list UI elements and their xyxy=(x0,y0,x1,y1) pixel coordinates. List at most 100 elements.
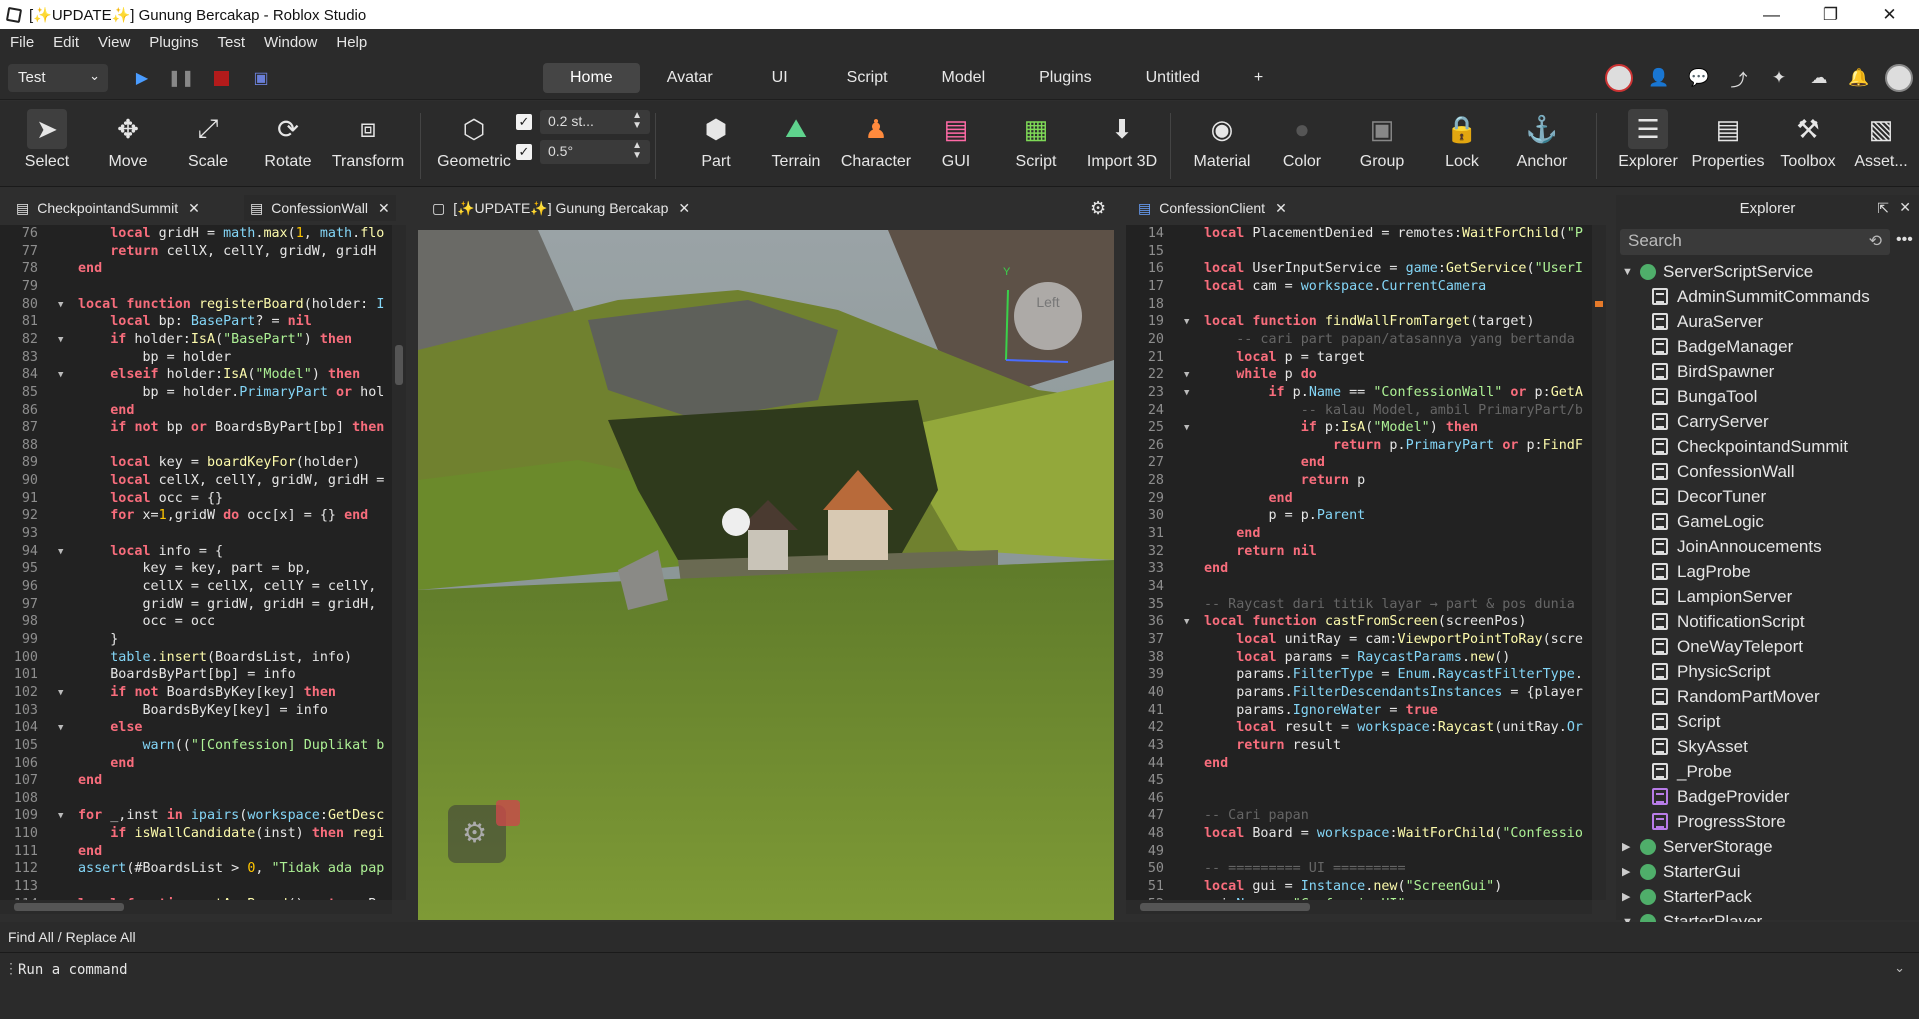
group-tool[interactable]: ▣ Group xyxy=(1344,109,1420,185)
explorer-item[interactable]: ▶ StarterPack xyxy=(1622,884,1752,909)
tab-confessionwall[interactable]: ▤ ConfessionWall ✕ xyxy=(244,195,396,221)
view-cube-face[interactable]: Left xyxy=(1014,294,1082,310)
fold-arrow-icon[interactable]: ▼ xyxy=(58,547,63,557)
part-tool[interactable]: ⬢ Part xyxy=(678,109,754,185)
explorer-item[interactable]: BadgeManager xyxy=(1652,334,1793,359)
tab-model[interactable]: Model xyxy=(915,63,1013,93)
tab-untitled[interactable]: Untitled xyxy=(1119,63,1227,93)
fold-arrow-icon[interactable]: ▼ xyxy=(1184,370,1189,380)
explorer-item[interactable]: AdminSummitCommands xyxy=(1652,284,1870,309)
fold-arrow-icon[interactable]: ▼ xyxy=(58,300,63,310)
menu-help[interactable]: Help xyxy=(336,34,367,51)
gear-icon[interactable]: ⚙ xyxy=(462,816,487,849)
explorer-item[interactable]: BirdSpawner xyxy=(1652,359,1774,384)
explorer-item[interactable]: ConfessionWall xyxy=(1652,459,1794,484)
asset-manager-toggle[interactable]: ▧ Asset... xyxy=(1843,109,1919,185)
tab-avatar[interactable]: Avatar xyxy=(640,63,740,93)
fold-arrow-icon[interactable]: ▼ xyxy=(1184,423,1189,433)
import-3d-tool[interactable]: ⬇ Import 3D xyxy=(1078,109,1166,185)
device-emulator-icon[interactable]: ▣ xyxy=(250,65,272,91)
explorer-item[interactable]: RandomPartMover xyxy=(1652,684,1820,709)
editor-vertical-scrollbar[interactable] xyxy=(392,225,406,900)
chevron-right-icon[interactable]: ▶ xyxy=(1622,840,1636,853)
chevron-down-icon[interactable]: ⌄ xyxy=(1894,960,1905,976)
add-friend-icon[interactable]: 👤 xyxy=(1639,63,1679,93)
3d-viewport[interactable]: Left Y ⚙ xyxy=(418,230,1114,920)
explorer-item[interactable]: LagProbe xyxy=(1652,559,1751,584)
pause-button[interactable]: ❚❚ xyxy=(168,65,195,91)
toolbox-toggle[interactable]: ⚒ Toolbox xyxy=(1770,109,1846,185)
tab-ui[interactable]: UI xyxy=(740,63,820,93)
explorer-item[interactable]: OneWayTeleport xyxy=(1652,634,1803,659)
explorer-item[interactable]: ProgressStore xyxy=(1652,809,1786,834)
command-bar-input[interactable]: Run a command xyxy=(18,958,1898,984)
chat-icon[interactable]: 💬 xyxy=(1679,63,1719,93)
chevron-down-icon[interactable]: ▼ xyxy=(1622,266,1636,278)
material-tool[interactable]: ◉ Material xyxy=(1184,109,1260,185)
explorer-item[interactable]: Script xyxy=(1652,709,1720,734)
anchor-tool[interactable]: ⚓ Anchor xyxy=(1504,109,1580,185)
explorer-item[interactable]: GameLogic xyxy=(1652,509,1764,534)
editor-horizontal-scrollbar[interactable] xyxy=(0,900,392,914)
rotate-snap-input[interactable]: 0.5° ▲ ▼ xyxy=(540,140,650,164)
menu-file[interactable]: File xyxy=(10,34,34,51)
explorer-item[interactable]: JoinAnnoucements xyxy=(1652,534,1822,559)
fold-arrow-icon[interactable]: ▼ xyxy=(58,811,63,821)
select-tool[interactable]: ➤ Select xyxy=(9,109,85,185)
menu-test[interactable]: Test xyxy=(217,34,245,51)
maximize-button[interactable]: ❐ xyxy=(1801,0,1860,29)
more-options-icon[interactable]: ••• xyxy=(1896,231,1913,249)
fold-arrow-icon[interactable]: ▼ xyxy=(1184,388,1189,398)
menu-plugins[interactable]: Plugins xyxy=(149,34,198,51)
explorer-item[interactable]: CarryServer xyxy=(1652,409,1769,434)
explorer-item[interactable]: SkyAsset xyxy=(1652,734,1748,759)
find-replace-label[interactable]: Find All / Replace All xyxy=(8,929,136,945)
move-snap-input[interactable]: 0.2 st... ▲ ▼ xyxy=(540,110,650,134)
fold-arrow-icon[interactable]: ▼ xyxy=(58,370,63,380)
code-editor-confessionclient[interactable]: 14 local PlacementDenied = remotes:WaitFo… xyxy=(1126,225,1592,900)
fold-arrow-icon[interactable]: ▼ xyxy=(58,335,63,345)
explorer-toggle[interactable]: ☰ Explorer xyxy=(1610,109,1686,185)
fold-arrow-icon[interactable]: ▼ xyxy=(1184,317,1189,327)
properties-toggle[interactable]: ▤ Properties xyxy=(1690,109,1766,185)
play-button[interactable]: ▶ xyxy=(131,65,153,91)
history-icon[interactable]: ⟲ xyxy=(1869,231,1882,251)
explorer-item[interactable]: NotificationScript xyxy=(1652,609,1805,634)
character-tool[interactable]: ♟ Character xyxy=(838,109,914,185)
color-tool[interactable]: ● Color xyxy=(1264,109,1340,185)
move-snap-checkbox[interactable]: ✓ xyxy=(516,114,532,130)
editor-horizontal-scrollbar[interactable] xyxy=(1126,900,1592,914)
menu-view[interactable]: View xyxy=(98,34,130,51)
explorer-item[interactable]: ▶ ServerStorage xyxy=(1622,834,1773,859)
tab-home[interactable]: Home xyxy=(543,63,640,93)
code-editor-confessionwall[interactable]: 76 local gridH = math.max(1, math.flo 77 … xyxy=(0,225,392,900)
fold-arrow-icon[interactable]: ▼ xyxy=(58,688,63,698)
undock-icon[interactable]: ⇱ xyxy=(1877,200,1889,217)
close-tab-icon[interactable]: ✕ xyxy=(1275,200,1287,217)
explorer-item[interactable]: PhysicScript xyxy=(1652,659,1771,684)
move-tool[interactable]: ✥ Move xyxy=(90,109,166,185)
tab-script[interactable]: Script xyxy=(820,63,915,93)
transform-tool[interactable]: ⧈ Transform xyxy=(330,109,406,185)
explorer-item[interactable]: DecorTuner xyxy=(1652,484,1766,509)
explorer-item[interactable]: BungaTool xyxy=(1652,384,1757,409)
gui-tool[interactable]: ▤ GUI xyxy=(918,109,994,185)
fold-arrow-icon[interactable]: ▼ xyxy=(1184,617,1189,627)
add-tab-button[interactable]: + xyxy=(1227,63,1290,93)
explorer-item[interactable]: AuraServer xyxy=(1652,309,1763,334)
close-tab-icon[interactable]: ✕ xyxy=(188,200,200,217)
user-avatar-red[interactable] xyxy=(1599,63,1639,93)
menu-edit[interactable]: Edit xyxy=(53,34,79,51)
mode-dropdown[interactable]: Test ⌄ xyxy=(8,64,108,92)
tab-checkpointandsummit[interactable]: ▤ CheckpointandSummit ✕ xyxy=(16,195,200,221)
share-icon[interactable]: ⤴ xyxy=(1719,63,1759,93)
lock-tool[interactable]: 🔒 Lock xyxy=(1424,109,1500,185)
chevron-right-icon[interactable]: ▶ xyxy=(1622,890,1636,903)
notification-bell-icon[interactable]: 🔔 xyxy=(1839,63,1879,93)
script-tool[interactable]: ▦ Script xyxy=(998,109,1074,185)
cloud-icon[interactable]: ☁ xyxy=(1799,63,1839,93)
viewport-settings-button[interactable]: ⚙ xyxy=(1090,195,1106,221)
move-snap-control[interactable]: ✓ 0.2 st... ▲ ▼ xyxy=(516,110,650,134)
explorer-item[interactable]: CheckpointandSummit xyxy=(1652,434,1848,459)
tab-plugins[interactable]: Plugins xyxy=(1012,63,1118,93)
